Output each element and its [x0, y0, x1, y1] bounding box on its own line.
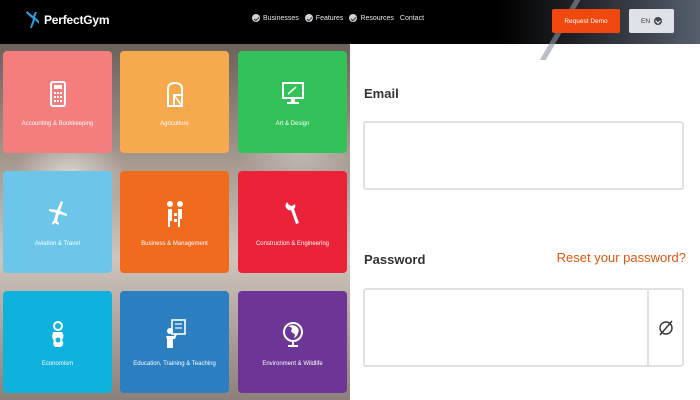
nav-contact[interactable]: Contact: [400, 15, 424, 22]
password-label: Password: [364, 252, 426, 267]
tile-label: Construction & Engineering: [255, 241, 330, 247]
password-field[interactable]: [363, 288, 647, 367]
logo-mark-icon: [26, 11, 39, 28]
nav-label: Contact: [399, 14, 425, 22]
tile-agriculture[interactable]: Agriculture: [120, 51, 229, 153]
top-nav-bar: PerfectGym Businesses Features Resources…: [0, 0, 700, 44]
calculator-icon: [44, 77, 72, 111]
nav-label: Businesses: [263, 14, 299, 22]
nav-features[interactable]: Features: [304, 14, 344, 22]
tile-art-design[interactable]: Art & Design: [238, 51, 347, 153]
airplane-icon: [44, 197, 72, 231]
barn-icon: [161, 77, 189, 111]
request-demo-button[interactable]: Request Demo: [552, 9, 620, 33]
email-field[interactable]: [363, 121, 684, 190]
chevron-down-icon: [304, 14, 313, 22]
monitor-icon: [279, 77, 307, 111]
nav-label: Resources: [360, 14, 394, 22]
tile-accounting[interactable]: Accounting & Bookkeeping: [3, 51, 112, 153]
people-icon: [161, 197, 189, 231]
tile-education[interactable]: Education, Training & Teaching: [120, 291, 229, 393]
tile-environment[interactable]: Environment & Wildlife: [238, 291, 347, 393]
tile-label: Education, Training & Teaching: [133, 361, 216, 367]
tile-label: Economism: [41, 361, 74, 367]
tile-label: Art & Design: [275, 121, 310, 127]
tile-label: Aviation & Travel: [35, 241, 80, 247]
teacher-icon: [161, 317, 189, 351]
language-selector[interactable]: EN: [629, 9, 674, 33]
nav-businesses[interactable]: Businesses: [252, 14, 299, 22]
globe-icon: [279, 317, 307, 351]
brand-logo[interactable]: PerfectGym: [24, 10, 110, 30]
tile-economism[interactable]: Economism: [3, 291, 112, 393]
email-label: Email: [364, 86, 399, 101]
eye-slash-icon: [658, 320, 673, 335]
brand-name: PerfectGym: [44, 13, 110, 27]
tile-aviation[interactable]: Aviation & Travel: [3, 171, 112, 273]
main-nav: Businesses Features Resources Contact: [252, 14, 430, 22]
chevron-down-icon: [252, 14, 260, 22]
chevron-down-icon: [654, 17, 663, 25]
tile-label: Agriculture: [160, 121, 189, 127]
language-label: EN: [640, 17, 651, 25]
tile-business[interactable]: Business & Management: [120, 171, 229, 273]
tile-label: Environment & Wildlife: [262, 361, 323, 367]
money-icon: [44, 317, 72, 351]
reset-password-link[interactable]: Reset your password?: [557, 250, 686, 265]
nav-label: Features: [315, 14, 344, 22]
wrench-icon: [279, 197, 307, 231]
industry-tiles-panel: Accounting & Bookkeeping Agriculture Art…: [0, 44, 350, 400]
toggle-password-visibility-button[interactable]: [647, 288, 684, 367]
nav-resources[interactable]: Resources: [349, 14, 394, 22]
chevron-down-icon: [349, 14, 358, 22]
tile-label: Accounting & Bookkeeping: [21, 121, 94, 127]
tile-label: Business & Management: [141, 241, 208, 247]
tile-construction[interactable]: Construction & Engineering: [238, 171, 347, 273]
